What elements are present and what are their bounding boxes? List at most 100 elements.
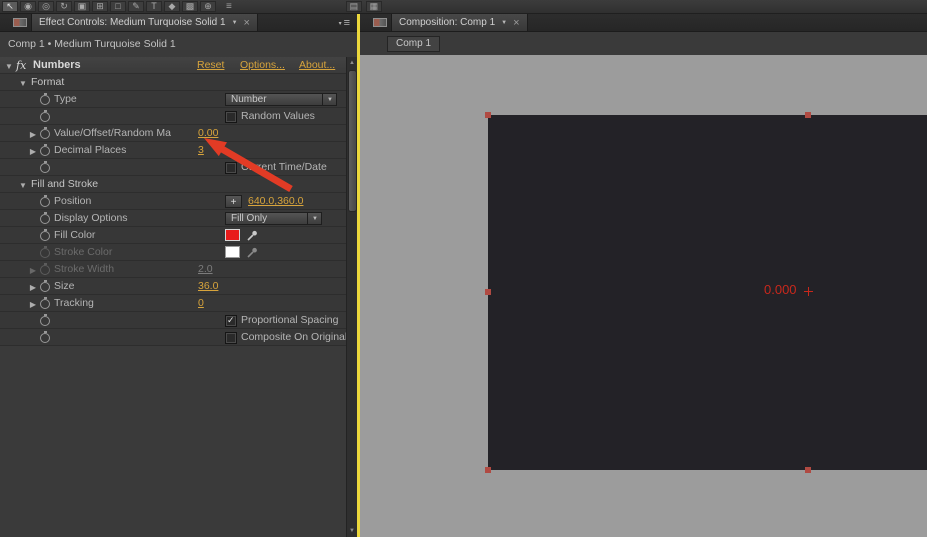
stopwatch-icon[interactable] — [40, 248, 50, 258]
stopwatch-icon[interactable] — [40, 197, 50, 207]
stopwatch-icon[interactable] — [40, 214, 50, 224]
current-time-checkbox[interactable] — [225, 162, 237, 174]
selection-handle-bottom-center[interactable] — [805, 467, 811, 473]
hand-tool[interactable]: ◉ — [20, 1, 36, 12]
type-tool[interactable]: T — [146, 1, 162, 12]
scrollbar-thumb[interactable] — [348, 70, 357, 212]
pan-behind-tool[interactable]: ⊞ — [92, 1, 108, 12]
brush-tool[interactable]: ◆ — [164, 1, 180, 12]
fill-color-swatch[interactable] — [225, 229, 240, 241]
proportional-spacing-checkbox[interactable]: ✓ — [225, 315, 237, 327]
stopwatch-icon[interactable] — [40, 231, 50, 241]
stopwatch-icon[interactable] — [40, 282, 50, 292]
twirl-expanded-icon[interactable]: ▼ — [18, 179, 28, 192]
checkbox-label: Current Time/Date — [241, 161, 327, 174]
clone-stamp-tool-icon: ▩ — [186, 2, 195, 11]
composition-viewer[interactable]: 0.000 — [360, 55, 927, 537]
stopwatch-icon[interactable] — [40, 299, 50, 309]
tab-composition[interactable]: Composition: Comp 1 ▼ × — [391, 14, 528, 31]
type-dropdown-value: Number — [226, 94, 267, 105]
eyedropper-icon[interactable] — [246, 246, 259, 259]
toolbar-menu-icon[interactable]: ≡ — [226, 1, 232, 12]
stopwatch-icon[interactable] — [40, 129, 50, 139]
anchor-point-icon[interactable] — [804, 287, 813, 296]
eyedropper-icon[interactable] — [246, 229, 259, 242]
numbers-effect-rendered-text: 0.000 — [764, 282, 797, 297]
composition-panel: Composition: Comp 1 ▼ × Comp 1 0.000 — [360, 14, 927, 537]
panel-menu-icon[interactable]: ▾ ≡ — [339, 17, 350, 29]
row-tracking: ▶ Tracking 0 — [0, 295, 346, 312]
viewer-tab-comp1[interactable]: Comp 1 — [387, 36, 440, 52]
camera-tool[interactable]: ▣ — [74, 1, 90, 12]
twirl-collapsed-icon[interactable]: ▶ — [28, 145, 38, 158]
clone-stamp-tool[interactable]: ▩ — [182, 1, 198, 12]
stopwatch-icon[interactable] — [40, 146, 50, 156]
effect-header-numbers[interactable]: ▼ fx Numbers Reset Options... About... — [0, 57, 346, 74]
tab-close-icon[interactable]: × — [513, 18, 519, 28]
effect-controls-panel: Effect Controls: Medium Turquoise Solid … — [0, 14, 357, 537]
rotate-tool[interactable]: ↻ — [56, 1, 72, 12]
pen-tool[interactable]: ✎ — [128, 1, 144, 12]
twirl-expanded-icon[interactable]: ▼ — [18, 77, 28, 90]
scroll-up-icon[interactable]: ▲ — [347, 58, 357, 68]
stopwatch-icon[interactable] — [40, 95, 50, 105]
effect-point-button[interactable]: + — [225, 195, 242, 208]
twirl-collapsed-icon[interactable]: ▶ — [28, 128, 38, 141]
position-value[interactable]: 640.0,360.0 — [248, 195, 303, 208]
selection-handle-top-left[interactable] — [485, 112, 491, 118]
twirl-collapsed-icon[interactable]: ▶ — [28, 264, 38, 277]
tab-close-icon[interactable]: × — [244, 18, 250, 28]
puppet-pin-tool[interactable]: ⊕ — [200, 1, 216, 12]
zoom-tool[interactable]: ◎ — [38, 1, 54, 12]
composite-on-original-checkbox[interactable] — [225, 332, 237, 344]
fx-badge-icon: fx — [16, 59, 26, 72]
twirl-collapsed-icon[interactable]: ▶ — [28, 281, 38, 294]
tab-dropdown-icon[interactable]: ▼ — [232, 20, 238, 26]
mask-tool-icon: □ — [115, 2, 120, 11]
toolbar: ↖ ◉ ◎ ↻ ▣ ⊞ □ ✎ T ◆ ▩ ⊕ ≡ ▤ ▦ — [0, 0, 927, 14]
row-stroke-width: ▶ Stroke Width 2.0 — [0, 261, 346, 278]
panel-divider-highlight[interactable] — [357, 14, 360, 537]
checkbox-label: Random Values — [241, 110, 315, 123]
stopwatch-icon[interactable] — [40, 163, 50, 173]
random-values-checkbox[interactable] — [225, 111, 237, 123]
selection-tool[interactable]: ↖ — [2, 1, 18, 12]
twirl-expanded-icon[interactable]: ▼ — [4, 60, 14, 73]
stopwatch-icon[interactable] — [40, 112, 50, 122]
selection-handle-bottom-left[interactable] — [485, 467, 491, 473]
selection-handle-top-center[interactable] — [805, 112, 811, 118]
tab-effect-controls[interactable]: Effect Controls: Medium Turquoise Solid … — [31, 14, 258, 31]
workspace-icon[interactable]: ▤ — [346, 1, 362, 12]
property-label: Decimal Places — [54, 144, 194, 157]
vertical-scrollbar[interactable]: ▲ ▼ — [346, 57, 357, 537]
panel-grip-icon[interactable] — [13, 18, 27, 27]
decimal-places-value[interactable]: 3 — [198, 144, 204, 157]
size-value[interactable]: 36.0 — [198, 280, 218, 293]
stroke-color-swatch[interactable] — [225, 246, 240, 258]
checkbox-label: Composite On Original — [241, 331, 347, 344]
pen-tool-icon: ✎ — [132, 2, 140, 11]
type-dropdown[interactable]: Number — [225, 93, 337, 106]
stopwatch-icon[interactable] — [40, 316, 50, 326]
options-link[interactable]: Options... — [240, 59, 285, 72]
tracking-value[interactable]: 0 — [198, 297, 204, 310]
mask-tool[interactable]: □ — [110, 1, 126, 12]
stopwatch-icon[interactable] — [40, 265, 50, 275]
twirl-collapsed-icon[interactable]: ▶ — [28, 298, 38, 311]
panel-grip-icon[interactable] — [373, 18, 387, 27]
scroll-down-icon[interactable]: ▼ — [347, 526, 357, 536]
display-options-dropdown[interactable]: Fill Only — [225, 212, 322, 225]
workspace-glyph: ▤ — [350, 2, 359, 11]
reset-link[interactable]: Reset — [197, 59, 224, 72]
tab-dropdown-icon[interactable]: ▼ — [501, 20, 507, 26]
property-label: Display Options — [54, 212, 194, 225]
pan-behind-tool-icon: ⊞ — [96, 2, 104, 11]
row-composite-on-original: Composite On Original — [0, 329, 346, 346]
value-offset-value[interactable]: 0.00 — [198, 127, 218, 140]
selection-handle-middle-left[interactable] — [485, 289, 491, 295]
stopwatch-icon[interactable] — [40, 333, 50, 343]
effect-controls-tabbar: Effect Controls: Medium Turquoise Solid … — [0, 14, 357, 32]
about-link[interactable]: About... — [299, 59, 335, 72]
solid-layer[interactable] — [488, 115, 927, 470]
panel-options-icon[interactable]: ▦ — [366, 1, 382, 12]
